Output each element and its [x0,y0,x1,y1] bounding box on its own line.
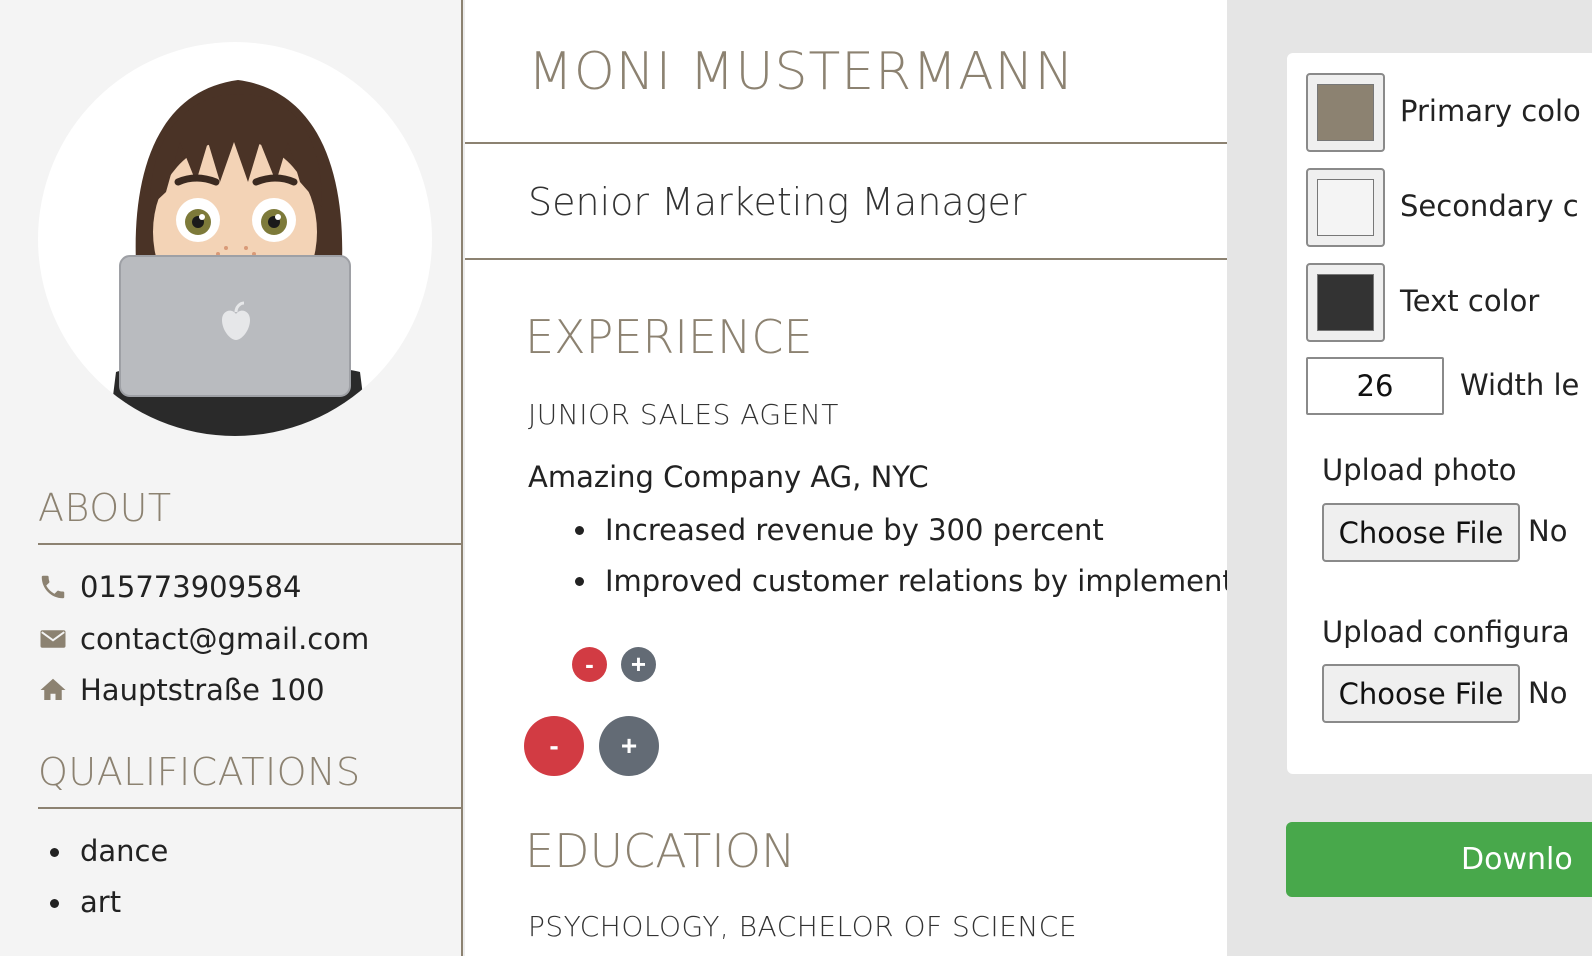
text-color-swatch [1317,274,1374,331]
phone-icon [38,572,68,602]
person-name: MONI MUSTERMANN [528,42,1075,102]
sidebar: ABOUT 015773909584 contact@gmail.com Hau… [0,0,463,956]
add-experience-button[interactable]: + [599,716,659,776]
text-color-label: Text color [1400,284,1540,318]
upload-photo-label: Upload photo [1322,453,1517,487]
street-address: Hauptstraße 100 [80,673,325,707]
list-item: Increased revenue by 300 percent [575,508,1227,559]
secondary-color-swatch [1317,179,1374,236]
upload-config-button[interactable]: Choose File [1322,664,1520,723]
list-item: art [50,877,168,928]
email-address: contact@gmail.com [80,622,370,656]
list-item: Improved customer relations by implement… [575,559,1227,610]
memoji-avatar-image [108,80,368,436]
secondary-color-label: Secondary c [1400,189,1579,223]
contact-address: Hauptstraße 100 [38,670,325,710]
degree-title: PSYCHOLOGY, BACHELOR OF SCIENCE [528,910,1078,943]
about-divider [38,543,463,545]
resume-main: MONI MUSTERMANN Senior Marketing Manager… [465,0,1227,956]
upload-config-label: Upload configura [1322,615,1570,649]
width-input[interactable] [1306,357,1444,415]
title-divider [465,258,1227,260]
experience-bullets: Increased revenue by 300 percent Improve… [575,508,1227,610]
width-label: Width le [1460,368,1580,402]
avatar [38,42,432,436]
upload-photo-status: No [1528,514,1568,548]
experience-heading: EXPERIENCE [525,310,813,364]
remove-experience-button[interactable]: - [524,716,584,776]
upload-photo-button[interactable]: Choose File [1322,503,1520,562]
phone-number: 015773909584 [80,570,302,604]
upload-config-status: No [1528,676,1568,710]
primary-color-picker[interactable] [1306,73,1385,152]
download-label: Downlo [1461,842,1573,877]
company-name: Amazing Company AG, NYC [528,460,929,494]
home-icon [38,675,68,705]
contact-phone: 015773909584 [38,567,301,607]
list-item: dance [50,826,168,877]
add-bullet-button[interactable]: + [621,647,656,682]
about-heading: ABOUT [38,486,172,530]
primary-color-swatch [1317,84,1374,141]
primary-color-label: Primary colo [1400,94,1581,128]
qualifications-list: dance art [50,826,168,928]
qualifications-heading: QUALIFICATIONS [38,750,361,794]
contact-email: contact@gmail.com [38,619,369,659]
education-heading: EDUCATION [525,824,796,878]
position-title: JUNIOR SALES AGENT [528,398,839,431]
envelope-icon [38,624,68,654]
job-title: Senior Marketing Manager [528,180,1027,224]
secondary-color-picker[interactable] [1306,168,1385,247]
text-color-picker[interactable] [1306,263,1385,342]
name-divider [465,142,1227,144]
remove-bullet-button[interactable]: - [572,647,607,682]
qualifications-divider [38,807,463,809]
download-button[interactable]: Downlo [1286,822,1592,897]
